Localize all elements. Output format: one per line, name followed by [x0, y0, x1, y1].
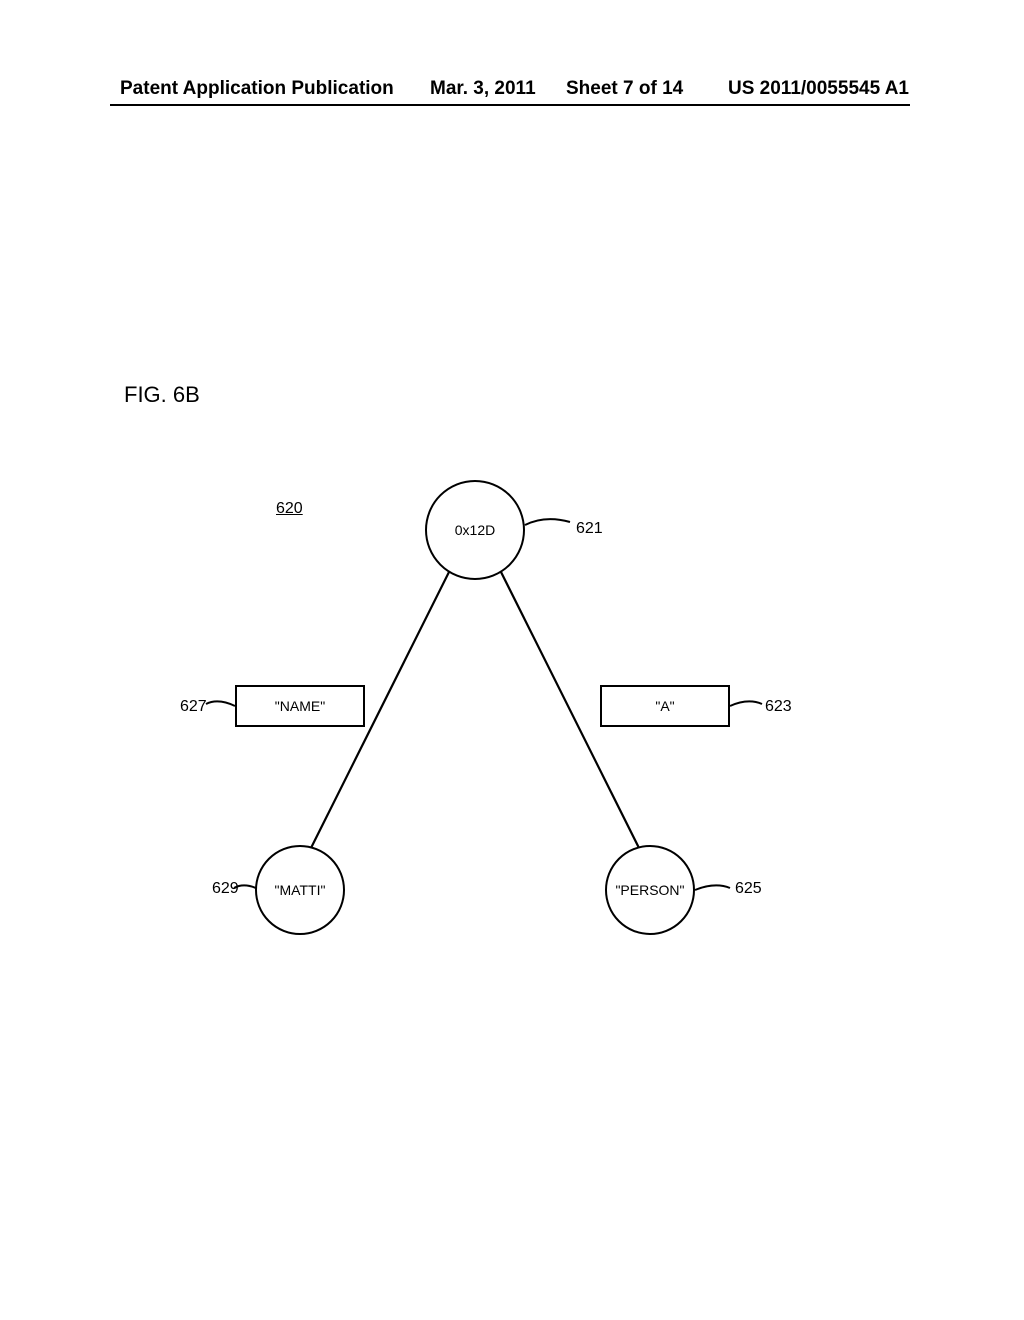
node-root-text: 0x12D	[455, 522, 495, 538]
header-pubnum: US 2011/0055545 A1	[728, 78, 909, 100]
figure-label: FIG. 6B	[124, 382, 200, 408]
ref-621: 621	[576, 520, 603, 538]
diagram: 620 0x12D 621 "NAME" 627 "A" 623 "MATTI"…	[100, 440, 920, 960]
ref-620: 620	[276, 500, 303, 518]
header-date: Mar. 3, 2011	[430, 78, 536, 100]
leader-625	[695, 885, 730, 890]
leader-627	[206, 701, 235, 706]
node-matti: "MATTI"	[255, 845, 345, 935]
node-a: "A"	[600, 685, 730, 727]
node-matti-text: "MATTI"	[275, 882, 326, 898]
ref-627: 627	[180, 698, 207, 716]
header-sheet: Sheet 7 of 14	[566, 78, 683, 100]
node-a-text: "A"	[655, 698, 674, 714]
node-person-text: "PERSON"	[615, 882, 684, 898]
header-rule	[110, 104, 910, 106]
ref-629: 629	[212, 880, 239, 898]
header-publication: Patent Application Publication	[120, 78, 394, 100]
node-name-text: "NAME"	[275, 698, 325, 714]
node-root: 0x12D	[425, 480, 525, 580]
ref-625: 625	[735, 880, 762, 898]
page: Patent Application Publication Mar. 3, 2…	[0, 0, 1024, 1320]
leader-621	[525, 519, 570, 525]
node-person: "PERSON"	[605, 845, 695, 935]
node-name: "NAME"	[235, 685, 365, 727]
leader-623	[730, 701, 762, 706]
ref-623: 623	[765, 698, 792, 716]
